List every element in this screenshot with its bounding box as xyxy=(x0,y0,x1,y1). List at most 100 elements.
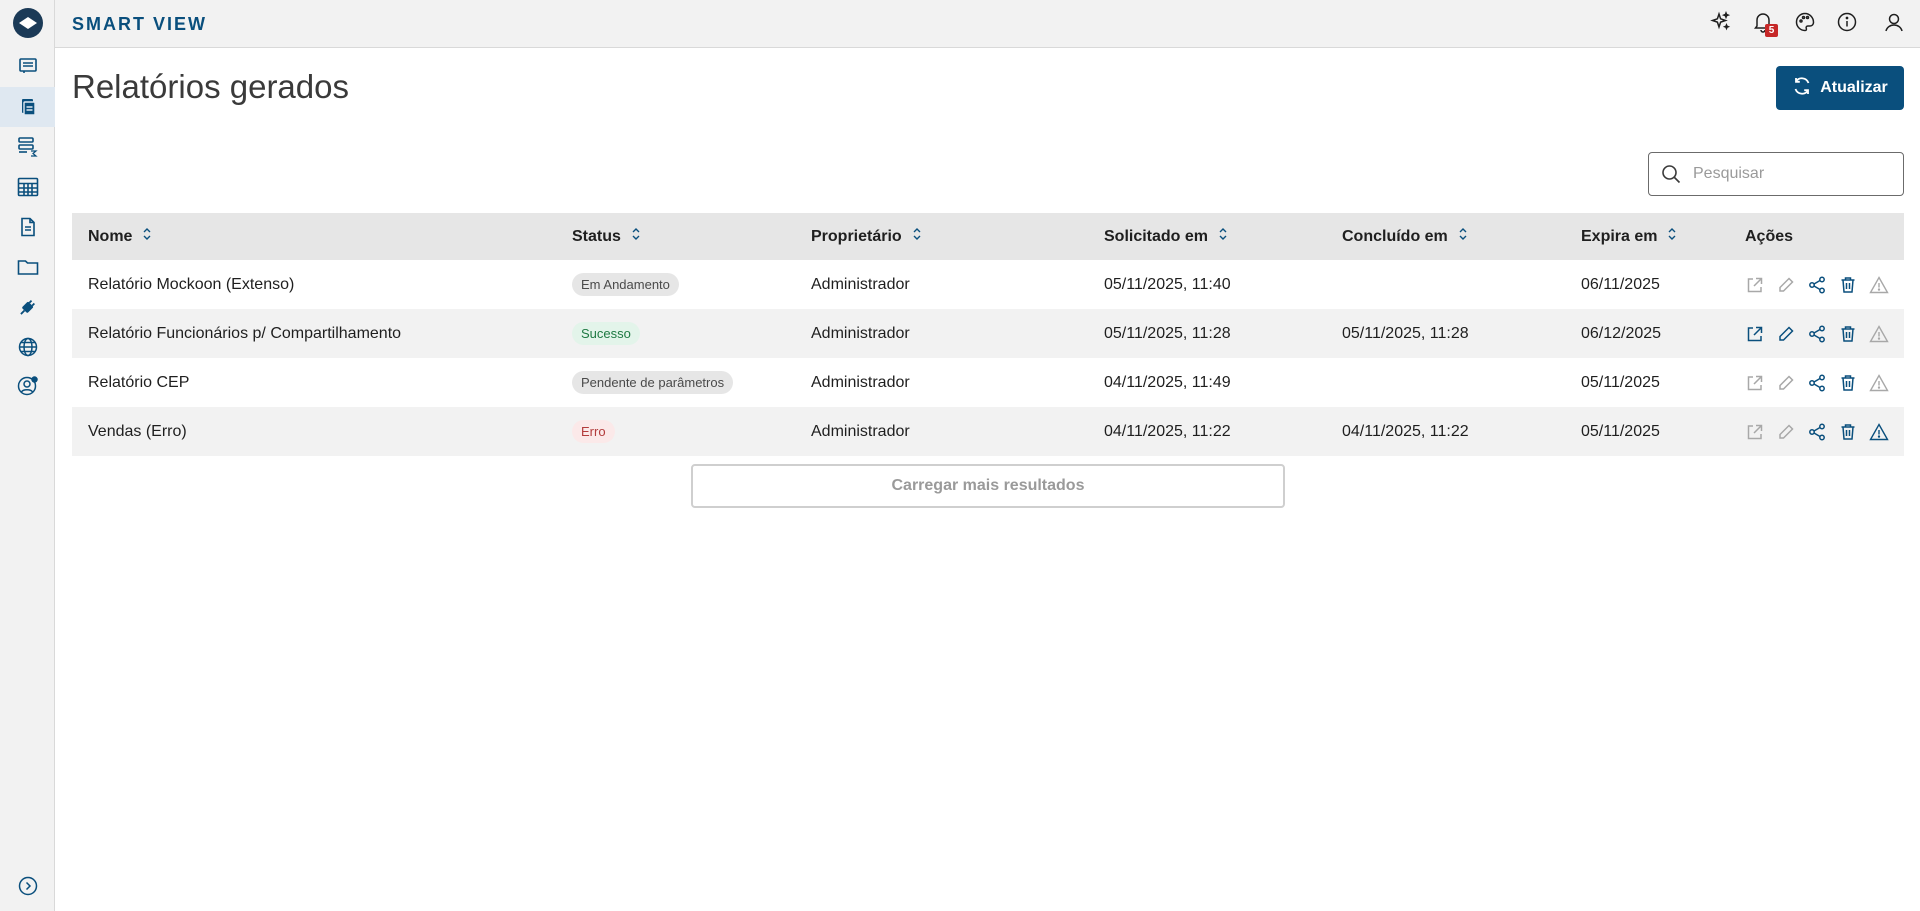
column-label: Expira em xyxy=(1581,227,1658,245)
cell-nome: Vendas (Erro) xyxy=(88,422,187,440)
sort-icon xyxy=(1667,227,1677,246)
table-row: Vendas (Erro) Erro Administrador 04/11/2… xyxy=(72,407,1904,456)
edit-icon[interactable] xyxy=(1776,275,1796,295)
sidebar-item-generated-reports[interactable] xyxy=(0,87,55,127)
cell-concluido: 05/11/2025, 11:28 xyxy=(1342,324,1469,342)
app-logo[interactable] xyxy=(13,8,43,38)
open-icon[interactable] xyxy=(1745,324,1765,344)
cell-expira: 06/11/2025 xyxy=(1581,275,1660,293)
ai-assistant-button[interactable] xyxy=(1700,0,1742,48)
column-label: Status xyxy=(572,227,621,245)
column-header-concluido[interactable]: Concluído em xyxy=(1342,227,1468,246)
column-label: Ações xyxy=(1745,227,1794,245)
top-bar: SMART VIEW 5 xyxy=(55,0,1920,48)
sidebar-item-folders[interactable] xyxy=(0,247,55,287)
cell-status: Pendente de parâmetros xyxy=(572,371,734,394)
chevron-right-circle-icon xyxy=(18,876,38,901)
app: SMART VIEW 5 Relatórios gerados Atualiza… xyxy=(0,0,1920,911)
sparkle-icon xyxy=(1710,10,1732,38)
cell-nome: Relatório Mockoon (Extenso) xyxy=(88,275,295,293)
sidebar-item-grid[interactable] xyxy=(0,167,55,207)
document-icon xyxy=(19,217,37,237)
notification-badge: 5 xyxy=(1765,24,1778,37)
sidebar-item-connectors[interactable] xyxy=(0,287,55,327)
sidebar-item-user-settings[interactable] xyxy=(0,366,55,406)
user-menu-button[interactable] xyxy=(1868,0,1920,48)
sort-icon xyxy=(912,227,922,246)
cell-status: Em Andamento xyxy=(572,273,679,296)
trash-icon[interactable] xyxy=(1838,275,1858,295)
cell-solicitado: 05/11/2025, 11:40 xyxy=(1104,275,1231,293)
page-title: Relatórios gerados xyxy=(72,68,349,105)
open-icon[interactable] xyxy=(1745,275,1765,295)
load-more-button[interactable]: Carregar mais resultados xyxy=(691,464,1285,508)
sidebar xyxy=(0,0,55,911)
cell-nome: Relatório CEP xyxy=(88,373,190,391)
status-badge: Em Andamento xyxy=(572,273,679,296)
theme-button[interactable] xyxy=(1784,0,1826,48)
status-badge: Erro xyxy=(572,420,615,443)
column-header-acoes: Ações xyxy=(1745,228,1793,246)
share-icon[interactable] xyxy=(1807,422,1827,442)
column-header-proprietario[interactable]: Proprietário xyxy=(811,227,922,246)
trash-icon[interactable] xyxy=(1838,373,1858,393)
sort-icon xyxy=(1218,227,1228,246)
sidebar-item-analysis[interactable] xyxy=(0,127,55,167)
warning-icon[interactable] xyxy=(1869,422,1889,442)
cell-solicitado: 04/11/2025, 11:22 xyxy=(1104,422,1231,440)
sort-icon xyxy=(1458,227,1468,246)
warning-icon[interactable] xyxy=(1869,373,1889,393)
analysis-icon xyxy=(17,136,39,158)
sidebar-expand-button[interactable] xyxy=(0,868,55,908)
grid-table-icon xyxy=(17,177,39,197)
row-actions xyxy=(1745,324,1889,344)
info-button[interactable] xyxy=(1826,0,1868,48)
warning-icon[interactable] xyxy=(1869,324,1889,344)
share-icon[interactable] xyxy=(1807,324,1827,344)
reports-list-icon xyxy=(18,56,38,76)
trash-icon[interactable] xyxy=(1838,422,1858,442)
cell-solicitado: 04/11/2025, 11:49 xyxy=(1104,373,1231,391)
table-row: Relatório Mockoon (Extenso) Em Andamento… xyxy=(72,260,1904,309)
share-icon[interactable] xyxy=(1807,373,1827,393)
table-row: Relatório Funcionários p/ Compartilhamen… xyxy=(72,309,1904,358)
folder-icon xyxy=(17,258,39,276)
column-header-nome[interactable]: Nome xyxy=(88,227,152,246)
cell-status: Sucesso xyxy=(572,322,640,345)
edit-icon[interactable] xyxy=(1776,422,1796,442)
search-input[interactable] xyxy=(1693,165,1893,183)
globe-icon xyxy=(18,337,38,357)
sidebar-item-web[interactable] xyxy=(0,327,55,367)
notifications-button[interactable]: 5 xyxy=(1742,0,1784,48)
cell-status: Erro xyxy=(572,420,615,443)
top-icons: 5 xyxy=(1700,0,1920,48)
column-header-expira[interactable]: Expira em xyxy=(1581,227,1677,246)
share-icon[interactable] xyxy=(1807,275,1827,295)
table-header: Nome Status Proprietário Solicitado em C… xyxy=(72,213,1904,260)
edit-icon[interactable] xyxy=(1776,373,1796,393)
column-header-status[interactable]: Status xyxy=(572,227,641,246)
sidebar-item-documents[interactable] xyxy=(0,207,55,247)
column-label: Concluído em xyxy=(1342,227,1448,245)
user-icon xyxy=(1884,12,1904,37)
row-actions xyxy=(1745,422,1889,442)
cell-concluido: 04/11/2025, 11:22 xyxy=(1342,422,1469,440)
palette-icon xyxy=(1795,12,1815,37)
column-header-solicitado[interactable]: Solicitado em xyxy=(1104,227,1228,246)
info-icon xyxy=(1837,12,1857,37)
cell-proprietario: Administrador xyxy=(811,373,910,391)
warning-icon[interactable] xyxy=(1869,275,1889,295)
cell-proprietario: Administrador xyxy=(811,422,910,440)
column-label: Solicitado em xyxy=(1104,227,1209,245)
row-actions xyxy=(1745,275,1889,295)
open-icon[interactable] xyxy=(1745,422,1765,442)
column-label: Nome xyxy=(88,227,133,245)
edit-icon[interactable] xyxy=(1776,324,1796,344)
sidebar-item-reports[interactable] xyxy=(0,46,55,86)
refresh-button[interactable]: Atualizar xyxy=(1776,66,1904,110)
column-label: Proprietário xyxy=(811,227,902,245)
trash-icon[interactable] xyxy=(1838,324,1858,344)
row-actions xyxy=(1745,373,1889,393)
search-field[interactable] xyxy=(1648,152,1904,196)
open-icon[interactable] xyxy=(1745,373,1765,393)
